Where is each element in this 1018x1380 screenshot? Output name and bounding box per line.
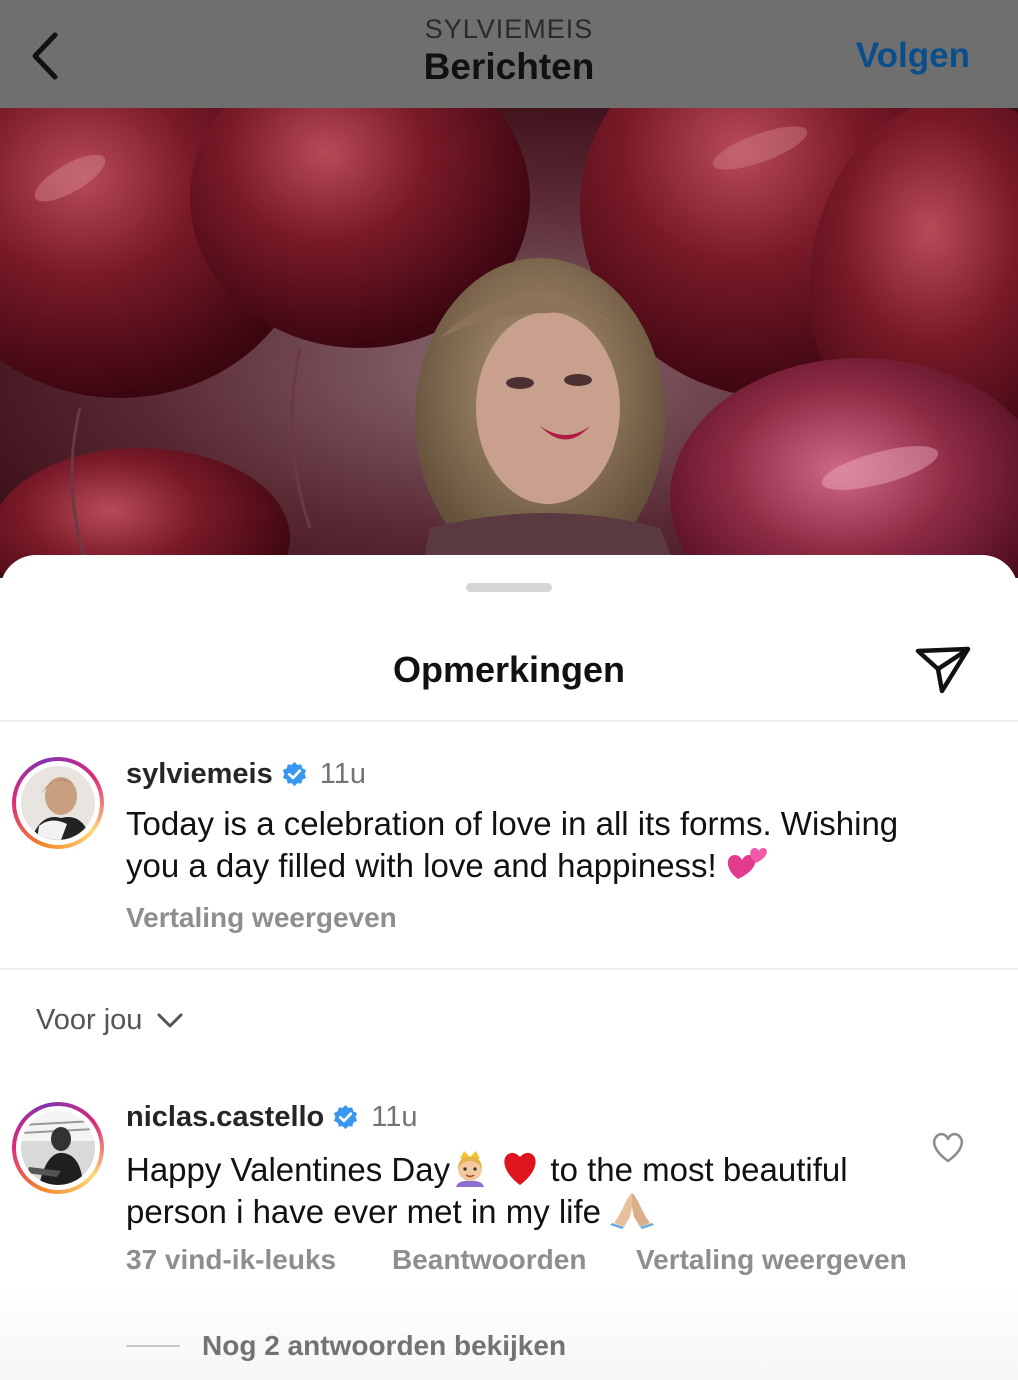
username[interactable]: sylviemeis — [126, 758, 273, 791]
comment-line-1: Happy Valentines Day to the most beautif… — [126, 1147, 848, 1189]
timestamp: 11u — [371, 1101, 418, 1133]
chevron-down-icon — [157, 1013, 183, 1027]
divider — [126, 1345, 180, 1347]
folded-hands-icon — [610, 1193, 655, 1229]
heart-outline-icon — [932, 1132, 964, 1163]
caption-translate-link[interactable]: Vertaling weergeven — [126, 902, 397, 934]
send-icon — [915, 646, 971, 694]
sheet-title: Opmerkingen — [392, 649, 626, 690]
caption-header: sylviemeis 11u — [126, 758, 366, 791]
comment-translate-link[interactable]: Vertaling weergeven — [636, 1244, 907, 1276]
share-button[interactable] — [912, 641, 974, 697]
post-image[interactable] — [0, 108, 1018, 578]
avatar[interactable] — [12, 757, 104, 849]
princess-icon — [456, 1151, 485, 1187]
view-more-replies-button[interactable]: Nog 2 antwoorden bekijken — [126, 1330, 566, 1362]
comment-header: niclas.castello 11u — [126, 1101, 418, 1134]
verified-badge-icon — [282, 761, 306, 787]
sheet-grabber[interactable] — [466, 583, 552, 592]
caption-text: Today is a celebration of love in all it… — [126, 804, 898, 885]
view-more-replies-label: Nog 2 antwoorden bekijken — [202, 1330, 567, 1361]
divider — [0, 720, 1018, 722]
comment-text: Happy Valentines Day to the most beautif… — [126, 1147, 848, 1231]
red-heart-icon — [504, 1152, 536, 1185]
divider — [0, 968, 1018, 970]
sort-label: Voor jou — [36, 1004, 143, 1036]
follow-button[interactable]: Volgen — [856, 36, 970, 76]
two-hearts-icon — [727, 848, 767, 879]
like-comment-button[interactable] — [930, 1130, 966, 1164]
reply-button[interactable]: Beantwoorden — [392, 1244, 586, 1276]
timestamp: 11u — [319, 758, 366, 790]
likes-count[interactable]: 37 vind-ik-leuks — [126, 1244, 336, 1276]
username[interactable]: niclas.castello — [126, 1101, 324, 1134]
top-navigation-bar: SYLVIEMEIS Berichten Volgen — [0, 0, 1018, 108]
avatar[interactable] — [12, 1102, 104, 1194]
verified-badge-icon — [334, 1104, 358, 1130]
sort-selector[interactable]: Voor jou — [36, 1004, 184, 1037]
caption-line-2: you a day filled with love and happiness… — [126, 843, 898, 885]
caption-line-1: Today is a celebration of love in all it… — [126, 805, 899, 842]
comment-line-2: person i have ever met in my life — [126, 1189, 848, 1231]
